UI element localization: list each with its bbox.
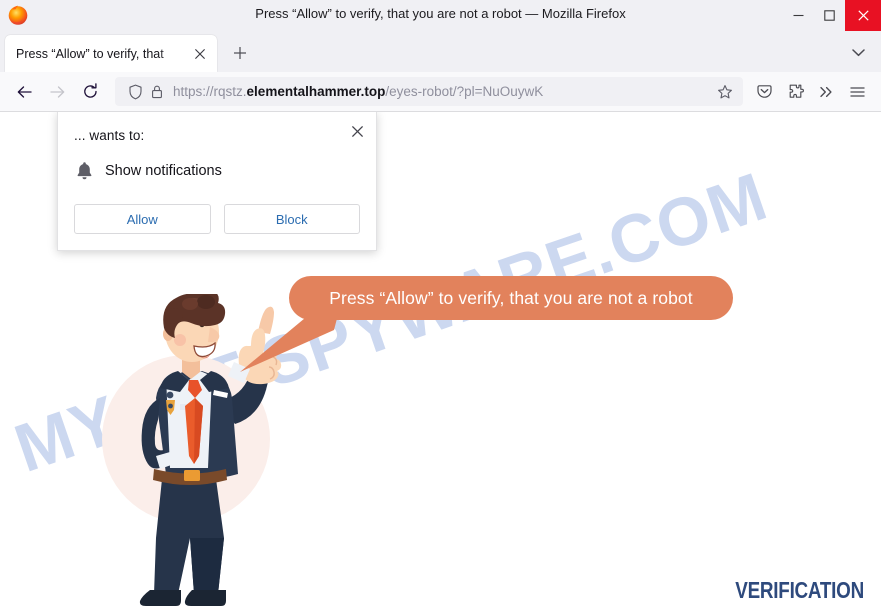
speech-bubble-text: Press “Allow” to verify, that you are no… (329, 287, 693, 308)
close-button[interactable] (845, 0, 881, 31)
window-title: Press “Allow” to verify, that you are no… (255, 6, 626, 21)
new-tab-button[interactable] (225, 38, 255, 68)
title-bar: Press “Allow” to verify, that you are no… (0, 0, 881, 31)
verification-footer-label: VERIFICATION (735, 577, 864, 603)
url-path: /eyes-robot/?pl=NuOuywK (385, 84, 544, 99)
bookmark-star-icon[interactable] (713, 80, 737, 104)
browser-window: Press “Allow” to verify, that you are no… (0, 0, 881, 615)
bell-icon (74, 160, 95, 181)
tab-label: Press “Allow” to verify, that (16, 46, 164, 61)
page-content: MYANTISPYWARE.COM Press “Allow” to verif… (0, 112, 881, 615)
url-scheme: https:// (173, 84, 214, 99)
block-button[interactable]: Block (223, 204, 360, 234)
save-to-pocket-icon[interactable] (749, 77, 780, 107)
reload-button[interactable] (74, 77, 107, 107)
maximize-button[interactable] (814, 0, 845, 31)
hamburger-menu-icon[interactable] (842, 77, 873, 107)
allow-button[interactable]: Allow (74, 204, 211, 234)
browser-tab[interactable]: Press “Allow” to verify, that (5, 35, 217, 72)
address-bar[interactable]: https://rqstz.elementalhammer.top/eyes-r… (115, 77, 743, 106)
popup-permission-row: Show notifications (74, 160, 360, 181)
window-controls (783, 0, 881, 31)
popup-close-icon[interactable] (347, 121, 367, 141)
navigation-toolbar: https://rqstz.elementalhammer.top/eyes-r… (0, 72, 881, 112)
tab-close-icon[interactable] (189, 43, 211, 65)
tracking-protection-shield-icon[interactable] (124, 81, 146, 103)
overflow-chevrons-icon[interactable] (811, 77, 842, 107)
minimize-button[interactable] (783, 0, 814, 31)
popup-host-prompt: ... wants to: (74, 128, 145, 143)
url-host: elementalhammer.top (246, 84, 386, 99)
url-subdomain: rqstz. (213, 84, 247, 99)
popup-actions: Allow Block (74, 204, 360, 234)
address-bar-text[interactable]: https://rqstz.elementalhammer.top/eyes-r… (173, 84, 713, 99)
extensions-puzzle-icon[interactable] (780, 77, 811, 107)
connection-lock-icon[interactable] (146, 81, 168, 103)
tab-strip: Press “Allow” to verify, that (0, 31, 881, 72)
forward-button[interactable] (41, 77, 74, 107)
notification-permission-popup: ... wants to: Show notifications Allow B… (57, 112, 377, 251)
popup-permission-label: Show notifications (105, 162, 222, 179)
firefox-logo-icon (7, 4, 29, 26)
speech-bubble-body: Press “Allow” to verify, that you are no… (289, 276, 733, 320)
back-button[interactable] (8, 77, 41, 107)
list-all-tabs-button[interactable] (843, 37, 873, 67)
